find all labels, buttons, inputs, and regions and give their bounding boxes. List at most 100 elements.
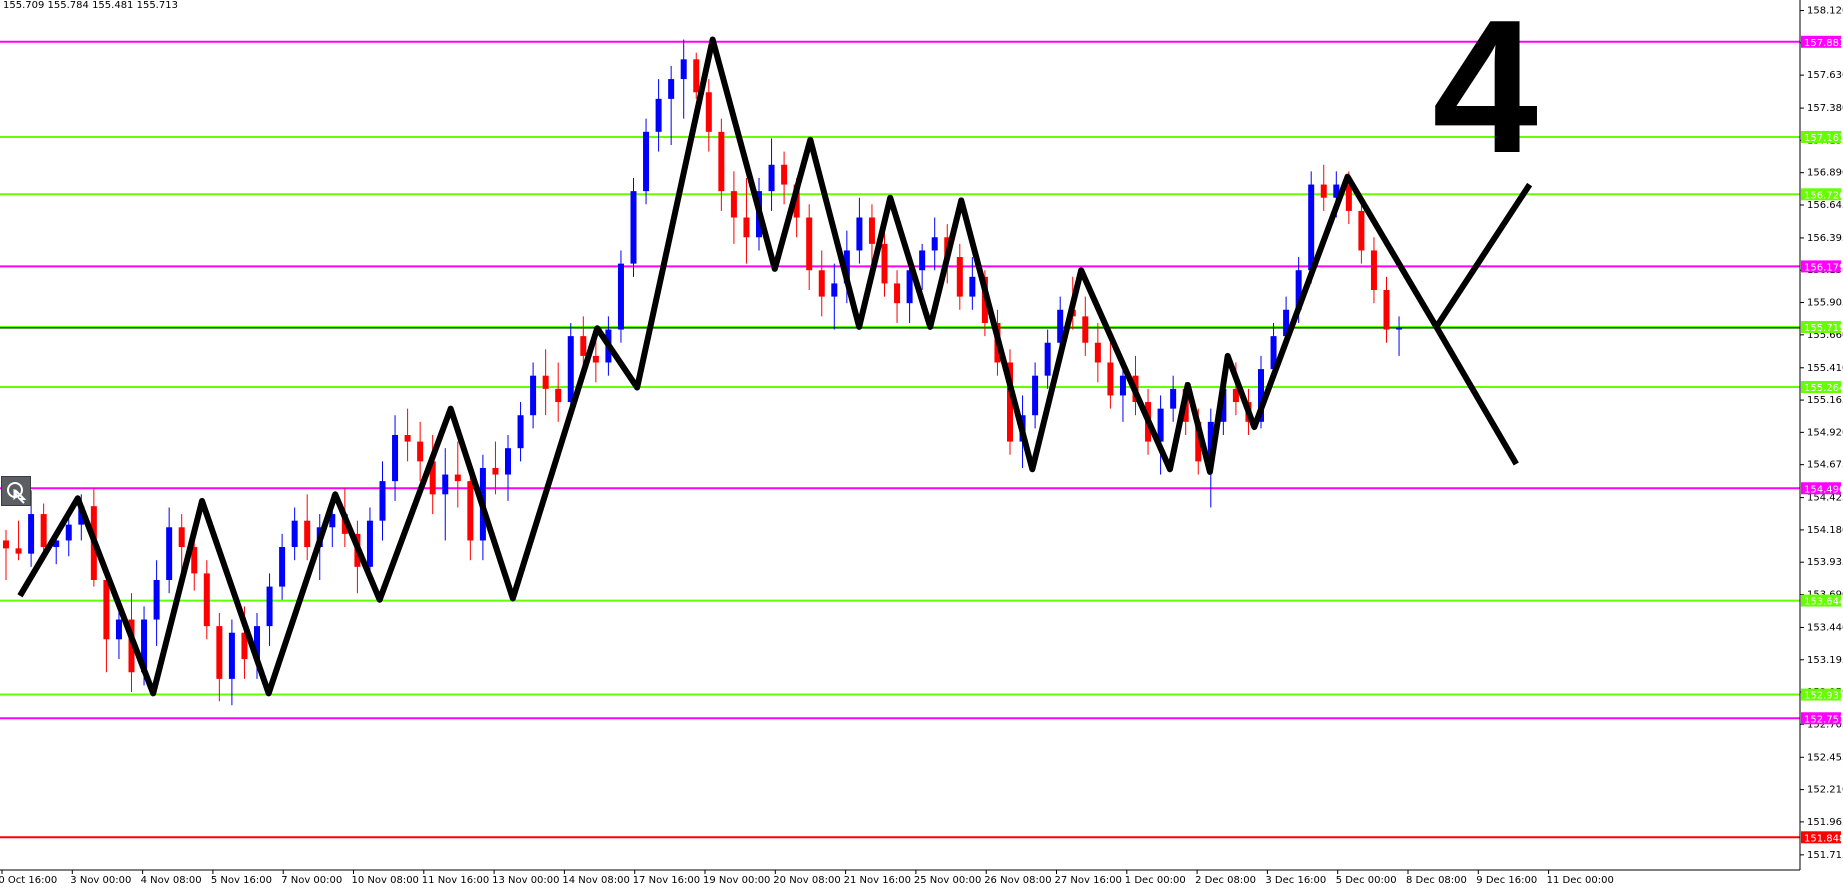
candle-body xyxy=(103,580,110,640)
candle-body xyxy=(1383,290,1390,330)
level-tag-label: 153.644 xyxy=(1804,597,1843,608)
price-tick-label: 154.675 xyxy=(1807,460,1843,471)
candle-body xyxy=(919,250,926,271)
candle-body xyxy=(831,283,838,297)
time-tick-label: 5 Nov 16:00 xyxy=(211,875,272,886)
time-tick-label: 3 Dec 16:00 xyxy=(1265,875,1326,886)
candle-body xyxy=(542,375,549,389)
price-tick-label: 153.935 xyxy=(1807,557,1843,568)
candle-body xyxy=(1358,210,1365,251)
candle-body xyxy=(693,59,700,93)
candle-body xyxy=(781,164,788,185)
candle-body xyxy=(668,79,675,99)
candle-body xyxy=(1032,375,1039,416)
candle-body xyxy=(216,626,223,679)
price-tick-label: 154.920 xyxy=(1807,427,1843,438)
level-tag-label: 155.719 xyxy=(1804,323,1843,334)
candle-body xyxy=(1396,328,1403,330)
time-tick-label: 25 Nov 00:00 xyxy=(914,875,981,886)
price-tick-label: 153.195 xyxy=(1807,655,1843,666)
candle-body xyxy=(881,243,888,284)
candle-body xyxy=(818,270,825,297)
time-tick-label: 14 Nov 08:00 xyxy=(562,875,629,886)
candle-body xyxy=(517,415,524,449)
price-tick-label: 156.395 xyxy=(1807,233,1843,244)
candle-body xyxy=(304,520,311,548)
candle-body xyxy=(166,527,173,580)
candle-body xyxy=(1345,184,1352,211)
cursor-arrow-icon[interactable] xyxy=(1,476,31,506)
candle-body xyxy=(291,520,298,548)
candle-body xyxy=(530,375,537,416)
price-tick-label: 156.890 xyxy=(1807,168,1843,179)
candle-body xyxy=(743,217,750,238)
candle-body xyxy=(630,191,637,264)
candle-body xyxy=(203,573,210,627)
price-tick-label: 152.455 xyxy=(1807,752,1843,763)
candle-body xyxy=(366,520,373,567)
time-tick-label: 5 Dec 00:00 xyxy=(1336,875,1397,886)
price-tick-label: 155.165 xyxy=(1807,395,1843,406)
time-tick-label: 17 Nov 16:00 xyxy=(633,875,700,886)
candlestick-chart[interactable]: 158.120157.875157.630157.380157.135156.8… xyxy=(0,0,1843,893)
candle-body xyxy=(655,98,662,132)
time-tick-label: 26 Nov 08:00 xyxy=(984,875,1051,886)
candle-body xyxy=(1094,342,1101,363)
candle-body xyxy=(718,131,725,192)
candle-body xyxy=(1082,316,1089,343)
time-tick-label: 19 Nov 00:00 xyxy=(703,875,770,886)
price-tick-label: 151.965 xyxy=(1807,817,1843,828)
level-tag-label: 151.848 xyxy=(1804,833,1843,844)
candle-body xyxy=(266,586,273,627)
candle-body xyxy=(592,355,599,363)
candle-body xyxy=(65,524,72,541)
candle-body xyxy=(555,388,562,403)
time-tick-label: 11 Nov 16:00 xyxy=(422,875,489,886)
level-tag-label: 154.496 xyxy=(1804,484,1843,495)
candle-body xyxy=(404,435,411,442)
price-tick-label: 153.440 xyxy=(1807,622,1843,633)
level-tag-label: 157.161 xyxy=(1804,133,1843,144)
candle-body xyxy=(894,283,901,304)
price-tick-label: 158.120 xyxy=(1807,6,1843,17)
candle-body xyxy=(705,92,712,132)
price-axis: 158.120157.875157.630157.380157.135156.8… xyxy=(0,0,1843,871)
candle-body xyxy=(931,237,938,251)
time-tick-label: 20 Nov 08:00 xyxy=(773,875,840,886)
candle-body xyxy=(505,448,511,475)
candle-body xyxy=(392,435,399,482)
price-tick-label: 157.630 xyxy=(1807,70,1843,81)
zigzag-branch xyxy=(1433,325,1519,466)
candle-body xyxy=(567,336,574,403)
candle-body xyxy=(768,164,775,192)
wave-count-label: 4 xyxy=(1432,0,1538,193)
candle-body xyxy=(178,527,185,548)
level-tag-label: 152.931 xyxy=(1804,691,1843,702)
candle-body xyxy=(454,474,461,482)
time-tick-label: 8 Dec 08:00 xyxy=(1406,875,1467,886)
level-tag-label: 156.179 xyxy=(1804,262,1843,273)
candle-body xyxy=(956,257,963,297)
time-tick-label: 3 Nov 00:00 xyxy=(70,875,131,886)
level-tag-label: 157.883 xyxy=(1804,38,1843,49)
candles-layer xyxy=(3,39,1403,706)
time-tick-label: 9 Dec 16:00 xyxy=(1476,875,1537,886)
time-tick-label: 4 Nov 08:00 xyxy=(141,875,202,886)
price-tick-label: 154.180 xyxy=(1807,525,1843,536)
candle-body xyxy=(467,481,474,541)
candle-body xyxy=(153,580,160,620)
time-tick-label: 7 Nov 00:00 xyxy=(281,875,342,886)
candle-body xyxy=(643,131,650,192)
price-tick-label: 152.210 xyxy=(1807,785,1843,796)
time-tick-label: 10 Nov 08:00 xyxy=(352,875,419,886)
time-axis: 30 Oct 16:00 3 Nov 00:00 4 Nov 08:00 5 Nov … xyxy=(0,870,1614,886)
candle-body xyxy=(417,441,424,462)
candle-body xyxy=(969,276,976,297)
time-tick-label: 30 Oct 16:00 xyxy=(0,875,57,886)
price-tick-label: 157.380 xyxy=(1807,103,1843,114)
candle-body xyxy=(15,548,22,554)
candle-body xyxy=(1107,362,1114,396)
time-tick-label: 27 Nov 16:00 xyxy=(1055,875,1122,886)
candle-body xyxy=(115,619,122,640)
price-tick-label: 156.645 xyxy=(1807,200,1843,211)
